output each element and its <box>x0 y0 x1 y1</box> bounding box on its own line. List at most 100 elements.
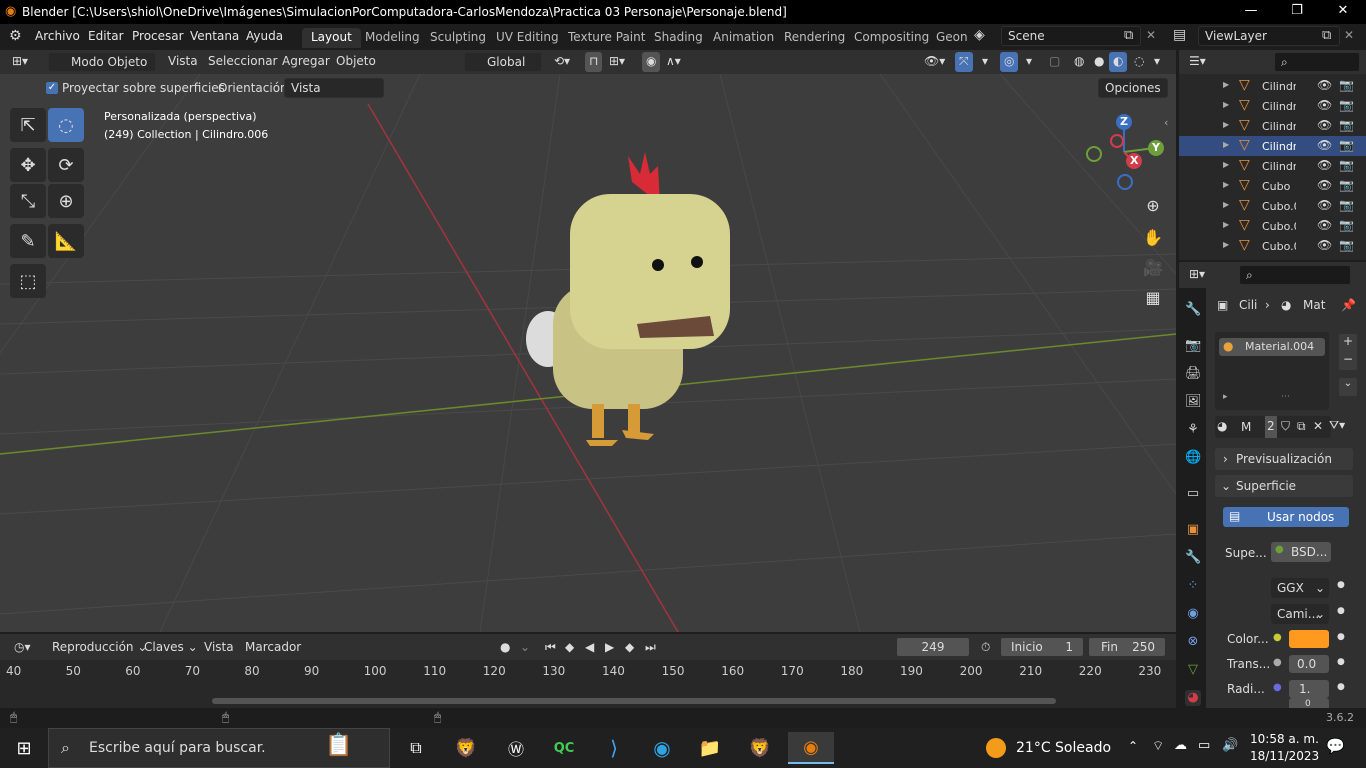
outliner-row[interactable]: ▶ ▽ Cilindr 👁 📷 <box>1179 96 1366 116</box>
expand-arrow-icon[interactable]: ▶ <box>1223 240 1229 249</box>
tab-texture-paint[interactable]: Texture Paint <box>559 28 654 48</box>
radius-field-second[interactable]: 0 <box>1289 698 1329 708</box>
snap-options-icon[interactable]: ⊞▾ <box>605 52 629 72</box>
render-tab-icon[interactable]: 📷 <box>1185 338 1201 354</box>
next-keyframe-icon[interactable]: ◆ <box>621 638 638 658</box>
menu-objeto[interactable]: Objeto <box>332 52 380 72</box>
outliner-row[interactable]: ▶ ▽ Cilindr 👁 📷 <box>1179 76 1366 96</box>
sidebar-toggle-icon[interactable]: ‹ <box>1164 116 1168 129</box>
tab-modeling[interactable]: Modeling <box>356 28 429 48</box>
perspective-grid-icon[interactable]: ▦ <box>1140 284 1166 310</box>
new-scene-icon[interactable]: ⧉ <box>1124 28 1133 43</box>
outliner-row[interactable]: ▶ ▽ Cubo 👁 📷 <box>1179 176 1366 196</box>
tab-rendering[interactable]: Rendering <box>775 28 854 48</box>
menu-archivo[interactable]: Archivo <box>35 29 80 43</box>
select-circle-tool-icon[interactable]: ◌ <box>48 108 84 142</box>
outliner-row[interactable]: ▶ ▽ Cubo.0 👁 📷 <box>1179 196 1366 216</box>
marker-menu[interactable]: Marcador <box>241 638 305 658</box>
options-dropdown[interactable]: Opciones <box>1098 78 1168 98</box>
expand-arrow-icon[interactable]: ▶ <box>1223 160 1229 169</box>
start-frame-field[interactable]: Inicio 1 <box>1000 637 1084 657</box>
eye-icon[interactable]: 👁 <box>1317 78 1332 92</box>
menu-seleccionar[interactable]: Seleccionar <box>204 52 281 72</box>
zoom-icon[interactable]: ⊕ <box>1140 192 1166 218</box>
radius-decorator-icon[interactable]: ● <box>1337 682 1345 692</box>
render-camera-icon[interactable]: 📷 <box>1339 138 1354 152</box>
expand-arrow-icon[interactable]: ▶ <box>1223 180 1229 189</box>
task-view-icon[interactable]: ⧉ <box>396 732 436 764</box>
tab-uv-editing[interactable]: UV Editing <box>487 28 568 48</box>
tool-tab-icon[interactable]: 🔧 <box>1185 302 1201 318</box>
preview-range-icon[interactable]: ⏱ <box>977 638 994 658</box>
end-frame-field[interactable]: Fin 250 <box>1088 637 1166 657</box>
outliner-search[interactable]: ⌕ <box>1274 52 1360 72</box>
eye-icon[interactable]: 👁 <box>1317 178 1332 192</box>
resize-handle-icon[interactable]: ⋯ <box>1281 392 1290 402</box>
editor-type-icon[interactable]: ⊞▾ <box>8 52 32 72</box>
move-tool-icon[interactable]: ✥ <box>10 148 46 182</box>
expand-arrow-icon[interactable]: ▶ <box>1223 80 1229 89</box>
jump-end-icon[interactable]: ⏭ <box>641 638 660 658</box>
menu-agregar[interactable]: Agregar <box>278 52 334 72</box>
world-tab-icon[interactable]: 🌐 <box>1185 450 1201 466</box>
render-camera-icon[interactable]: 📷 <box>1339 158 1354 172</box>
transmission-field[interactable]: 0.0 <box>1289 655 1329 673</box>
eye-icon[interactable]: 👁 <box>1317 138 1332 152</box>
prev-keyframe-icon[interactable]: ◆ <box>561 638 578 658</box>
menu-vista[interactable]: Vista <box>164 52 202 72</box>
auto-key-icon[interactable]: ● <box>496 638 514 658</box>
tab-geometry-nodes[interactable]: Geon <box>927 28 967 48</box>
scene-selector-icon[interactable]: ◈ <box>974 27 985 43</box>
minimize-button[interactable]: — <box>1228 0 1274 24</box>
overlays-options-icon[interactable]: ▾ <box>1022 52 1036 72</box>
distribution-dropdown[interactable]: GGX ⌄ <box>1271 578 1329 598</box>
render-camera-icon[interactable]: 📷 <box>1339 118 1354 132</box>
transmission-socket-icon[interactable]: ● <box>1273 657 1282 668</box>
expand-arrow-icon[interactable]: ▶ <box>1223 140 1229 149</box>
constraints-tab-icon[interactable]: ⊗ <box>1185 634 1201 650</box>
clock-time[interactable]: 10:58 a. m. <box>1250 732 1319 746</box>
add-cube-tool-icon[interactable]: ⬚ <box>10 264 46 298</box>
collection-tab-icon[interactable]: ▭ <box>1185 486 1201 502</box>
output-tab-icon[interactable]: 🖨 <box>1185 366 1202 382</box>
qt-creator-icon[interactable]: QC <box>544 732 584 764</box>
camera-icon[interactable]: 🎥 <box>1140 254 1166 280</box>
brave-browser-icon[interactable]: 🦁 <box>446 732 486 764</box>
scene-field[interactable]: Scene <box>1001 26 1141 46</box>
play-reverse-icon[interactable]: ◀ <box>581 638 598 658</box>
pan-hand-icon[interactable]: ✋ <box>1140 224 1166 250</box>
subsurface-method-dropdown[interactable]: Cami... ⌄ <box>1271 604 1329 624</box>
annotate-tool-icon[interactable]: ✎ <box>10 224 46 258</box>
play-icon[interactable]: ▶ <box>601 638 618 658</box>
maximize-button[interactable]: ❐ <box>1274 0 1320 24</box>
eye-icon[interactable]: 👁 <box>1317 238 1332 252</box>
pivot-icon[interactable]: ⟲▾ <box>550 52 574 72</box>
outliner-row[interactable]: ▶ ▽ Cubo.0 👁 📷 <box>1179 216 1366 236</box>
render-camera-icon[interactable]: 📷 <box>1339 238 1354 252</box>
onedrive-icon[interactable]: ☁ <box>1174 738 1187 753</box>
falloff-icon[interactable]: ∧▾ <box>662 52 685 72</box>
material-tab-icon[interactable]: ◕ <box>1185 690 1201 706</box>
outliner-row[interactable]: ▶ ▽ Cilindr 👁 📷 <box>1179 136 1366 156</box>
edge-icon[interactable]: ◉ <box>642 732 682 764</box>
expand-icon[interactable]: ▸ <box>1223 392 1228 402</box>
distribution-decorator-icon[interactable]: ● <box>1337 580 1345 590</box>
properties-search[interactable]: ⌕ <box>1239 265 1351 285</box>
radius-field[interactable]: 1. <box>1289 680 1329 698</box>
tab-shading[interactable]: Shading <box>645 28 712 48</box>
render-camera-icon[interactable]: 📷 <box>1339 218 1354 232</box>
base-color-swatch[interactable] <box>1289 630 1329 648</box>
transform-tool-icon[interactable]: ⊕ <box>48 184 84 218</box>
duplicate-material-icon[interactable]: ⧉ <box>1297 419 1306 434</box>
surface-panel-header[interactable]: ⌄ Superficie <box>1215 475 1353 497</box>
volume-icon[interactable]: 🔊 <box>1222 738 1238 753</box>
color-decorator-icon[interactable]: ● <box>1337 632 1345 642</box>
new-view-layer-icon[interactable]: ⧉ <box>1322 28 1331 43</box>
eye-icon[interactable]: 👁 <box>1317 98 1332 112</box>
material-browse-icon[interactable]: ◕ <box>1217 419 1227 433</box>
menu-ayuda[interactable]: Ayuda <box>246 29 283 43</box>
preview-panel-header[interactable]: › Previsualización <box>1215 448 1353 470</box>
render-camera-icon[interactable]: 📷 <box>1339 198 1354 212</box>
start-button-icon[interactable]: ⊞ <box>4 732 44 764</box>
gizmo-options-icon[interactable]: ▾ <box>978 52 992 72</box>
